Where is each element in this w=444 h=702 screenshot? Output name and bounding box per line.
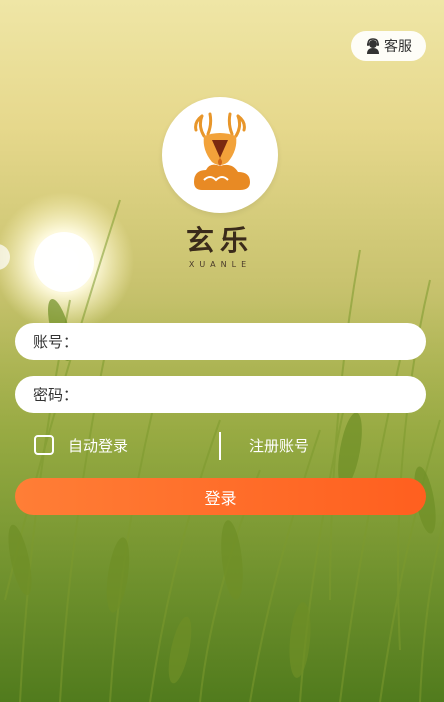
login-button-label: 登录 xyxy=(204,488,237,508)
login-options-row: 自动登录 注册账号 xyxy=(0,432,444,460)
brand-name: 玄乐 xyxy=(185,224,254,257)
agent-icon xyxy=(367,38,379,54)
login-screen: 客服 玄乐 XUANLE 账号： 密码： 自动登录 注册账号 登录 xyxy=(0,0,444,702)
account-field[interactable]: 账号： xyxy=(15,323,426,360)
auto-login-checkbox[interactable] xyxy=(34,435,54,455)
register-link[interactable]: 注册账号 xyxy=(249,435,309,457)
login-button[interactable]: 登录 xyxy=(15,478,426,515)
account-input[interactable] xyxy=(78,325,410,358)
options-divider xyxy=(219,432,221,460)
brand-logo xyxy=(162,97,278,213)
auto-login-label[interactable]: 自动登录 xyxy=(68,435,128,457)
deer-logo-icon xyxy=(194,112,250,190)
account-label: 账号： xyxy=(33,333,79,351)
password-field[interactable]: 密码： xyxy=(15,376,426,413)
password-label: 密码： xyxy=(33,386,79,404)
password-input[interactable] xyxy=(78,378,410,411)
customer-service-label: 客服 xyxy=(384,39,412,55)
brand-subtitle: XUANLE xyxy=(188,260,252,269)
customer-service-button[interactable]: 客服 xyxy=(351,31,426,61)
